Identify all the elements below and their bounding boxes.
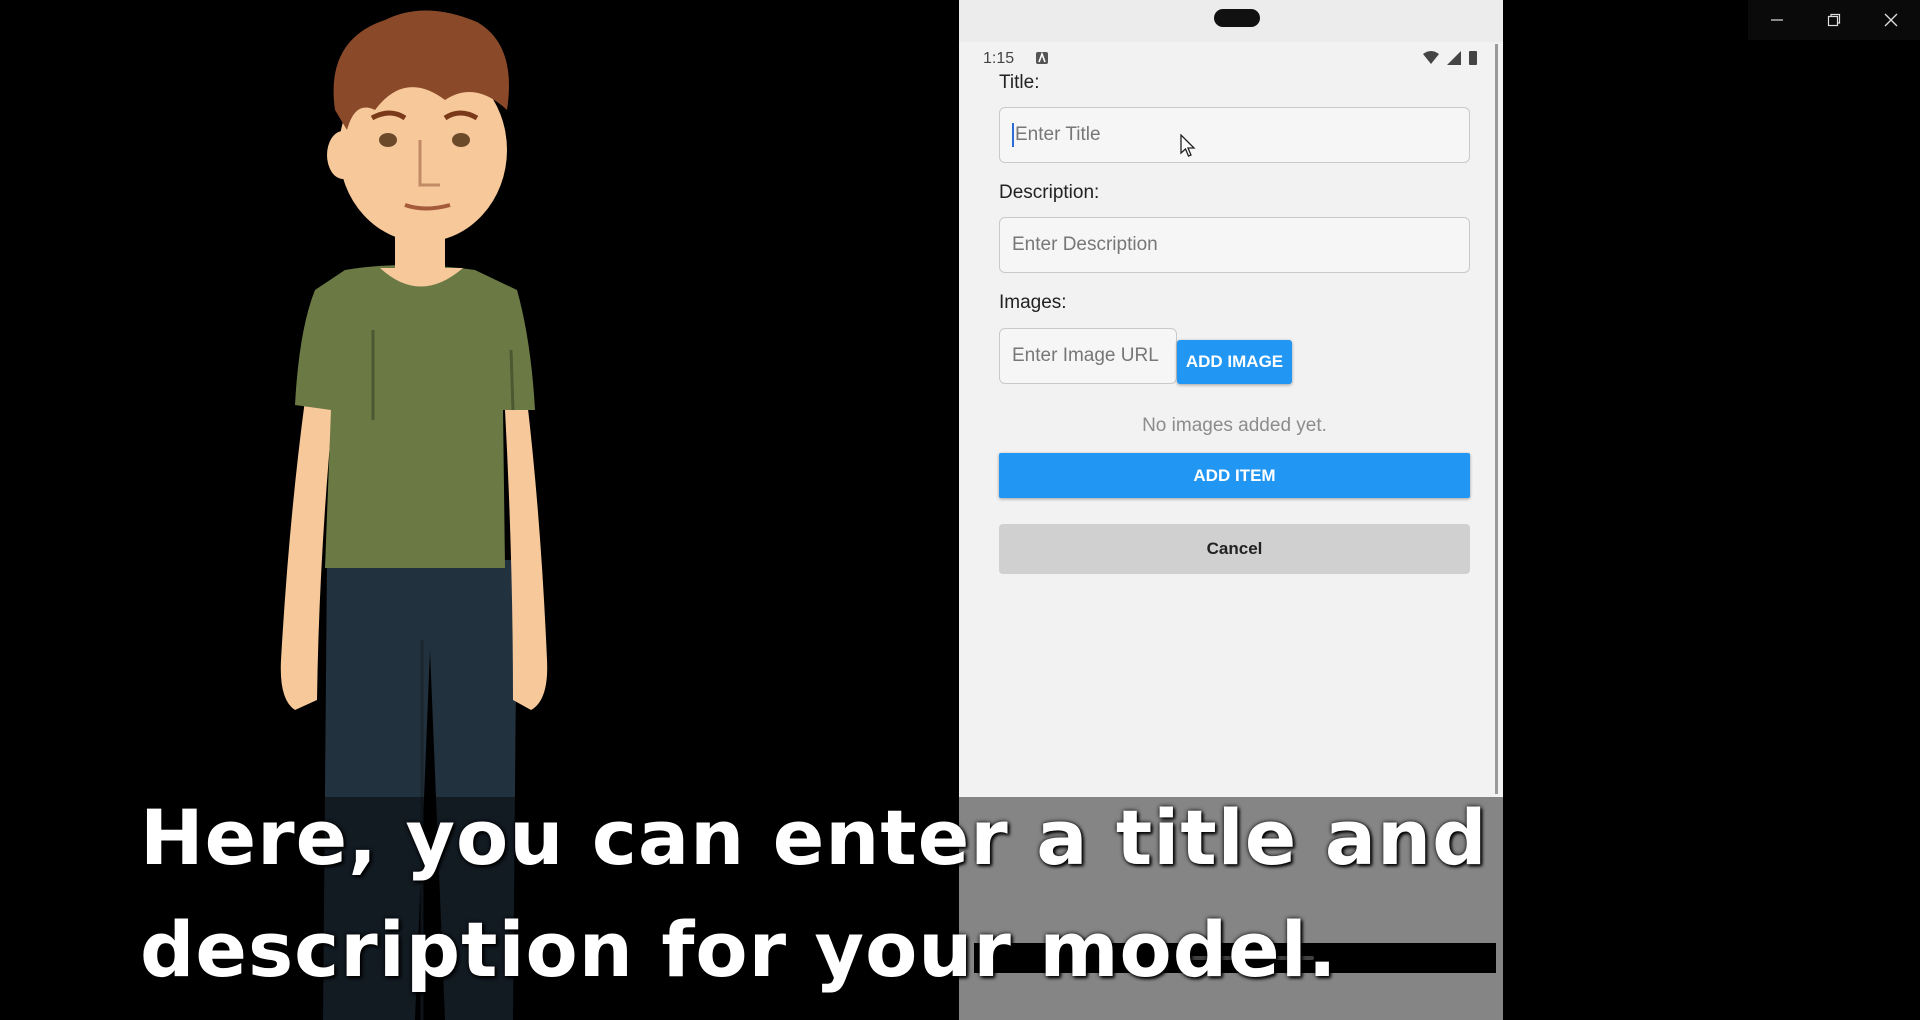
status-time: 1:15 bbox=[983, 50, 1015, 67]
add-item-button[interactable]: ADD ITEM bbox=[999, 453, 1470, 498]
close-button[interactable] bbox=[1863, 0, 1920, 40]
title-input[interactable]: Enter Title bbox=[999, 107, 1470, 163]
title-placeholder: Enter Title bbox=[1015, 124, 1101, 145]
mouse-cursor-icon bbox=[1180, 134, 1196, 157]
image-url-input[interactable]: Enter Image URL bbox=[999, 328, 1177, 384]
status-icons bbox=[1422, 50, 1478, 66]
subtitle-caption: Here, you can enter a title and descript… bbox=[140, 793, 1488, 994]
wifi-icon bbox=[1423, 51, 1439, 64]
no-images-text: No images added yet. bbox=[1142, 415, 1327, 436]
cancel-button[interactable]: Cancel bbox=[999, 524, 1470, 574]
description-label: Description: bbox=[999, 182, 1100, 203]
minimize-icon bbox=[1770, 19, 1783, 21]
add-item-form: Title: Enter Title Description: Enter De… bbox=[999, 72, 1470, 574]
text-caret bbox=[1012, 123, 1014, 147]
close-icon bbox=[1884, 13, 1898, 27]
window-controls bbox=[1748, 0, 1920, 40]
status-bar: 1:15 bbox=[983, 50, 1478, 70]
description-input[interactable]: Enter Description bbox=[999, 217, 1470, 273]
title-label: Title: bbox=[999, 72, 1040, 93]
minimize-button[interactable] bbox=[1748, 0, 1805, 40]
notification-icon bbox=[1036, 51, 1048, 64]
add-image-button[interactable]: ADD IMAGE bbox=[1177, 340, 1292, 384]
camera-pill bbox=[1214, 9, 1260, 27]
restore-icon bbox=[1827, 13, 1841, 27]
description-placeholder: Enter Description bbox=[1012, 234, 1158, 255]
scrollbar[interactable] bbox=[1495, 44, 1498, 794]
restore-button[interactable] bbox=[1805, 0, 1862, 40]
image-url-row: Enter Image URL ADD IMAGE bbox=[999, 327, 1470, 385]
signal-icon bbox=[1447, 51, 1461, 65]
image-url-placeholder: Enter Image URL bbox=[1012, 345, 1159, 366]
battery-icon bbox=[1469, 51, 1477, 65]
images-label: Images: bbox=[999, 292, 1067, 313]
